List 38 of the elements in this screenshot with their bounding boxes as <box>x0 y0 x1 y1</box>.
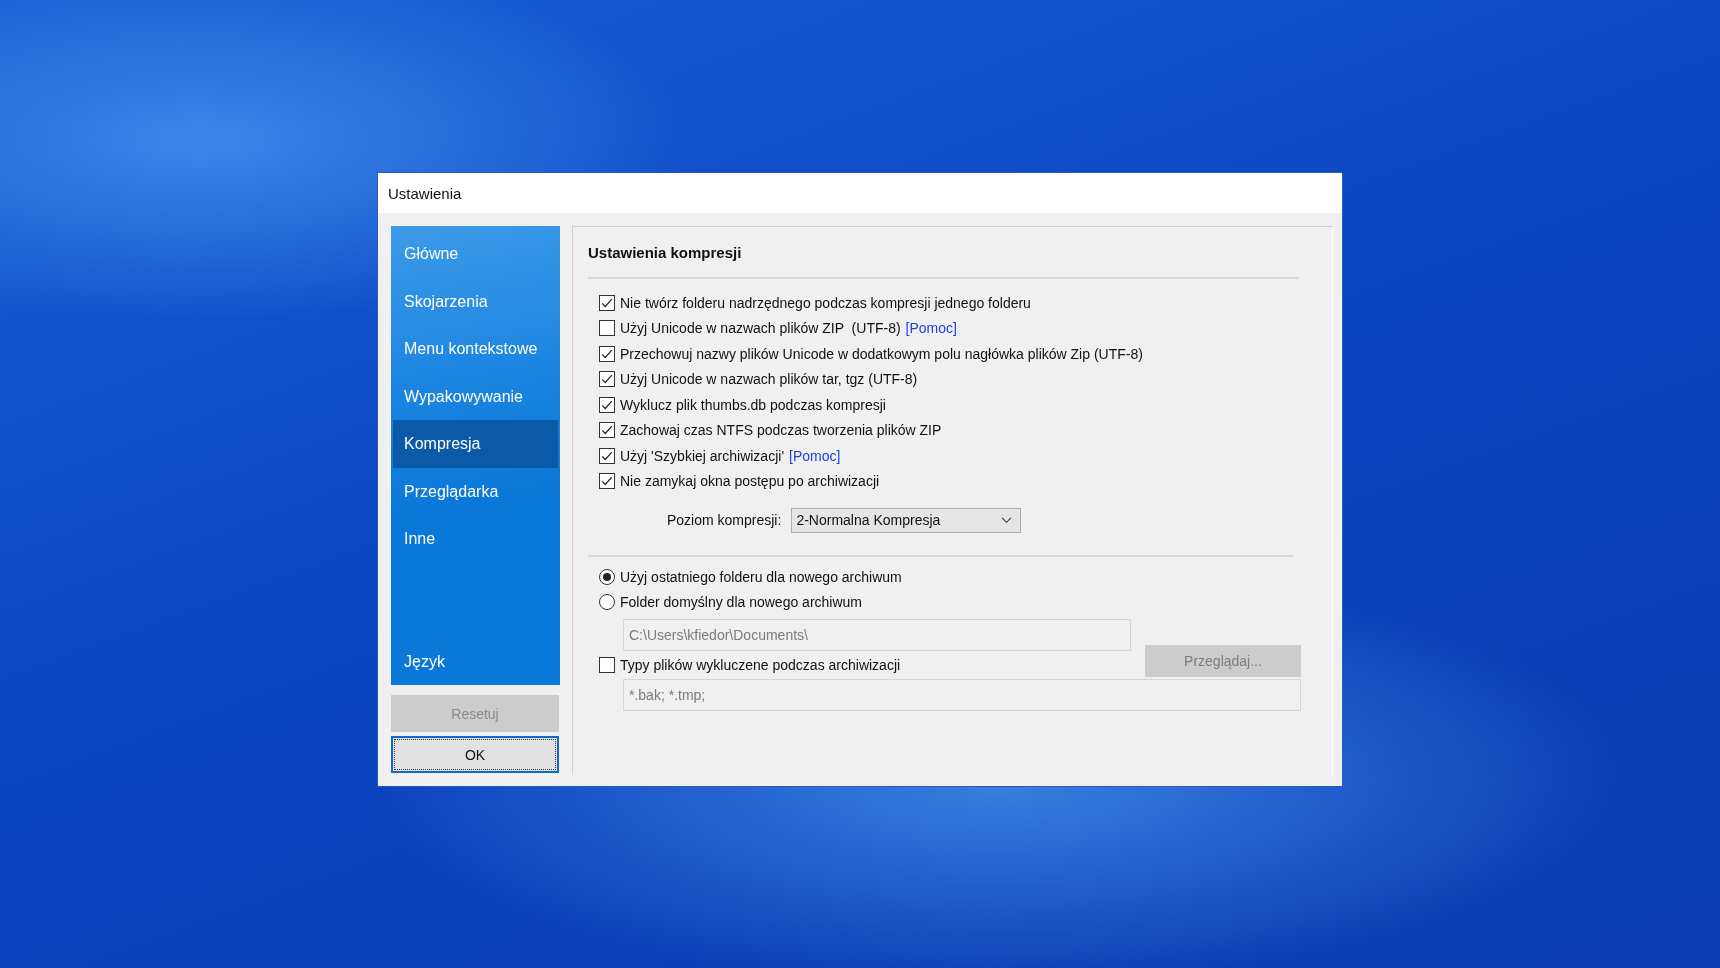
window-title: Ustawienia <box>388 184 462 202</box>
checkbox-label: Nie twórz folderu nadrzędnego podczas kompresji jednego folderu <box>620 294 1031 311</box>
checkbox[interactable] <box>599 657 615 673</box>
checkbox[interactable] <box>599 447 615 464</box>
sidebar-item[interactable]: Język <box>393 637 558 685</box>
section-heading: Ustawienia kompresji <box>588 244 743 261</box>
compression-level-dropdown[interactable]: 2-Normalna Kompresja <box>791 507 1022 533</box>
radio-label: Folder domyślny dla nowego archiwum <box>620 594 862 610</box>
checkbox-label: Wyklucz plik thumbs.db podczas kompresji <box>620 396 886 413</box>
sidebar-item[interactable]: Menu kontekstowe <box>393 325 558 373</box>
sidebar-item[interactable]: Przeglądarka <box>393 467 558 515</box>
sidebar-item[interactable]: Wypakowywanie <box>393 372 558 420</box>
checkbox[interactable] <box>599 345 615 362</box>
checkbox[interactable] <box>599 294 615 311</box>
checkbox-label: Nie zamykaj okna postępu po archiwizacji <box>620 473 880 489</box>
radio-button[interactable] <box>599 594 615 610</box>
sidebar-item[interactable]: Skojarzenia <box>393 277 558 325</box>
sidebar-item[interactable]: Kompresja <box>393 420 558 468</box>
checkbox[interactable] <box>599 473 615 489</box>
sidebar-item[interactable]: Inne <box>393 515 558 563</box>
help-link[interactable]: [Pomoc] <box>789 447 841 464</box>
help-link[interactable]: [Pomoc] <box>905 320 957 336</box>
checkbox-label: Typy plików wykluczene podczas archiwizacji <box>620 657 901 673</box>
checkbox-label: Użyj Unicode w nazwach plików tar, tgz (UTF-8) <box>620 371 918 387</box>
checkbox[interactable] <box>599 320 615 336</box>
radio-button[interactable] <box>599 569 615 585</box>
checkbox-label: Zachowaj czas NTFS podczas tworzenia plików ZIP <box>620 422 942 438</box>
compression-level-label: Poziom kompresji: <box>667 512 782 528</box>
checkbox-label: Przechowuj nazwy plików Unicode w dodatkowym polu nagłówka plików Zip (UTF-8) <box>620 345 1143 362</box>
radio-label: Użyj ostatniego folderu dla nowego archiwum <box>620 569 902 585</box>
ok-button[interactable]: OK <box>391 736 559 773</box>
sidebar-item[interactable]: Główne <box>393 230 558 278</box>
checkbox-label: Użyj Unicode w nazwach plików ZIP (UTF-8) <box>620 320 901 336</box>
checkbox[interactable] <box>599 396 615 413</box>
checkbox[interactable] <box>599 371 615 387</box>
checkbox[interactable] <box>599 422 615 438</box>
checkbox-label: Użyj 'Szybkiej archiwizacji' <box>620 447 785 464</box>
chevron-down-icon <box>1001 516 1013 524</box>
